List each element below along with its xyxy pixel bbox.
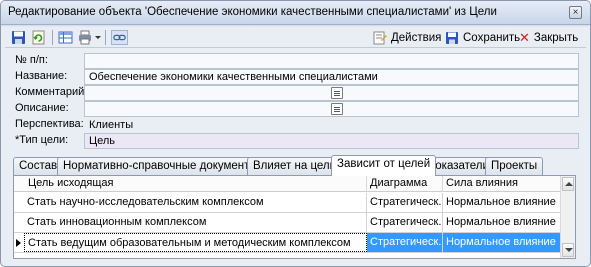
actions-icon — [373, 31, 387, 44]
diagram-cell[interactable]: Стратегическ... — [367, 233, 443, 252]
comment-field[interactable] — [84, 85, 579, 101]
field-row-number: № п/п: — [11, 53, 579, 70]
tab-projects[interactable]: Проекты — [485, 157, 544, 175]
window-title: Редактирование объекта 'Обеспечение экон… — [8, 6, 497, 18]
name-field[interactable]: Обеспечение экономики качественными спец… — [84, 69, 579, 85]
text-editor-icon[interactable] — [331, 87, 343, 99]
tab-composition[interactable]: Состав — [13, 157, 64, 175]
field-label: Комментарий: — [15, 86, 88, 98]
diagram-cell[interactable]: Стратегическ... — [367, 213, 443, 232]
field-label: *Тип цели: — [15, 134, 69, 146]
actions-label: Действия — [391, 31, 442, 44]
field-row-description: Описание: — [11, 101, 579, 118]
vertical-scrollbar[interactable] — [560, 176, 575, 258]
save-button[interactable]: Сохранить — [445, 29, 520, 46]
close-label: Закрыть — [533, 31, 579, 44]
table-row[interactable]: Стать научно-исследовательским комплексо… — [14, 193, 562, 213]
column-divider[interactable] — [366, 176, 367, 192]
edit-object-window: Редактирование объекта 'Обеспечение экон… — [0, 0, 591, 267]
scroll-up-icon[interactable] — [562, 177, 574, 191]
toolbar: Действия ▼ Сохранить ✕ Закрыть — [5, 27, 586, 48]
toolbar-separator — [105, 30, 106, 45]
perspective-field[interactable]: Клиенты — [84, 117, 579, 133]
save-icon[interactable] — [11, 30, 26, 45]
print-icon[interactable] — [78, 30, 102, 45]
goal-type-field[interactable]: Цель — [84, 133, 579, 149]
column-divider[interactable] — [442, 176, 443, 192]
tab-depends-on-goals[interactable]: Зависит от целей — [331, 155, 437, 176]
table-row[interactable]: Стать инновационным комплексом Стратегич… — [14, 213, 562, 233]
goal-cell[interactable]: Стать научно-исследовательским комплексо… — [24, 193, 367, 212]
field-label: Описание: — [15, 102, 69, 114]
tab-reference-documents[interactable]: Нормативно-справочные документы — [57, 157, 264, 175]
field-row-name: Название: Обеспечение экономики качестве… — [11, 69, 579, 86]
column-header-influence[interactable]: Сила влияния — [446, 177, 518, 189]
link-icon[interactable] — [111, 30, 128, 45]
column-header-diagram[interactable]: Диаграмма — [370, 177, 427, 189]
window-close-button[interactable]: × — [569, 6, 582, 19]
close-button[interactable]: ✕ Закрыть — [519, 29, 578, 46]
influence-cell[interactable]: Нормальное влияние — [443, 193, 562, 212]
actions-menu-button[interactable]: Действия ▼ — [373, 29, 453, 46]
field-row-perspective: Перспектива: Клиенты — [11, 117, 579, 134]
field-label: № п/п: — [15, 54, 48, 66]
save-label: Сохранить — [463, 31, 521, 44]
goal-cell[interactable]: Стать инновационным комплексом — [24, 213, 367, 232]
table-row[interactable]: Стать ведущим образовательным и методиче… — [14, 233, 562, 253]
scroll-down-icon[interactable] — [562, 243, 574, 257]
grid-header: Цель исходящая Диаграмма Сила влияния — [14, 176, 562, 192]
influence-cell[interactable]: Нормальное влияние — [443, 213, 562, 232]
number-field[interactable] — [84, 53, 579, 69]
table-icon[interactable] — [58, 30, 73, 45]
diagram-cell[interactable]: Стратегическ... — [367, 193, 443, 212]
field-label: Перспектива: — [15, 118, 84, 130]
dependencies-grid: Цель исходящая Диаграмма Сила влияния Ст… — [13, 175, 576, 259]
title-bar[interactable]: Редактирование объекта 'Обеспечение экон… — [1, 1, 590, 25]
toolbar-separator — [52, 30, 53, 45]
close-icon: ✕ — [519, 29, 530, 45]
tab-affects-goals[interactable]: Влияет на цели — [247, 157, 343, 175]
refresh-icon[interactable] — [31, 30, 46, 45]
column-header-goal[interactable]: Цель исходящая — [28, 177, 114, 189]
save-icon — [446, 31, 458, 44]
description-field[interactable] — [84, 101, 579, 117]
field-row-comment: Комментарий: — [11, 85, 579, 102]
text-editor-icon[interactable] — [331, 103, 343, 115]
goal-cell[interactable]: Стать ведущим образовательным и методиче… — [24, 233, 367, 252]
field-row-goal-type: *Тип цели: Цель — [11, 133, 579, 150]
influence-cell[interactable]: Нормальное влияние — [443, 233, 562, 252]
field-label: Название: — [15, 70, 68, 82]
current-row-pointer-icon — [16, 239, 21, 247]
